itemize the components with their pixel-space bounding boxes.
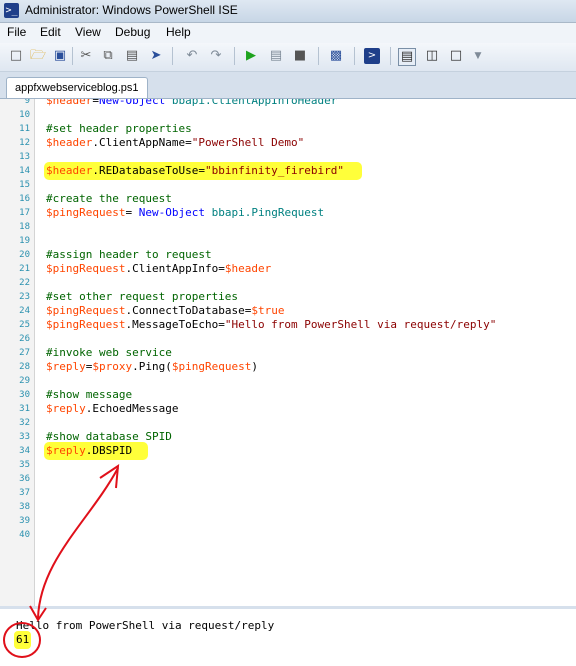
- powershell-icon: >_: [4, 3, 19, 18]
- line-number: 36: [19, 474, 30, 484]
- tab-script[interactable]: appfxwebserviceblog.ps1: [6, 77, 148, 99]
- output-line-spid: 61: [16, 633, 30, 647]
- toolbar: □ 🗁 ▣ ✂ ⧉ ▤ ➤ ↶ ↷ ▶ ▤ ■ ▩ > ▤ ◫ □ ▼: [0, 43, 576, 72]
- new-remote-tab-icon[interactable]: ▩: [328, 48, 344, 64]
- redo-icon[interactable]: ↷: [208, 48, 224, 64]
- output-pane[interactable]: Hello from PowerShell via request/reply …: [0, 609, 576, 666]
- line-number: 21: [19, 264, 30, 274]
- toolbar-separator: [72, 47, 73, 65]
- line-number: 13: [19, 152, 30, 162]
- line-number: 40: [19, 530, 30, 540]
- stop-icon[interactable]: ■: [292, 48, 308, 64]
- line-number: 15: [19, 180, 30, 190]
- code-line: #assign header to request: [46, 248, 212, 261]
- line-number: 20: [19, 250, 30, 260]
- toolbar-separator: [354, 47, 355, 65]
- save-icon[interactable]: ▣: [52, 48, 68, 64]
- line-number: 26: [19, 334, 30, 344]
- line-number: 37: [19, 488, 30, 498]
- code-line: $reply=$proxy.Ping($pingRequest): [46, 360, 258, 373]
- toolbar-overflow-icon[interactable]: ▼: [470, 48, 486, 64]
- code-line: $pingRequest.ClientAppInfo=$header: [46, 262, 272, 275]
- line-number: 28: [19, 362, 30, 372]
- line-number: 17: [19, 208, 30, 218]
- line-number: 11: [19, 124, 30, 134]
- undo-icon[interactable]: ↶: [184, 48, 200, 64]
- layout-script-max-icon[interactable]: □: [448, 48, 464, 64]
- line-number: 35: [19, 460, 30, 470]
- layout-script-right-icon[interactable]: ◫: [424, 48, 440, 64]
- toolbar-separator: [390, 47, 391, 65]
- line-number: 24: [19, 306, 30, 316]
- code-line: $pingRequest.MessageToEcho="Hello from P…: [46, 318, 497, 331]
- code-line: $pingRequest.ConnectToDatabase=$true: [46, 304, 285, 317]
- toolbar-separator: [318, 47, 319, 65]
- clear-icon[interactable]: ➤: [148, 48, 164, 64]
- run-icon[interactable]: ▶: [243, 48, 259, 64]
- line-number: 31: [19, 404, 30, 414]
- run-selection-icon[interactable]: ▤: [268, 48, 284, 64]
- code-line: #create the request: [46, 192, 172, 205]
- menu-bar: File Edit View Debug Help: [0, 23, 576, 43]
- code-line: $header=New-Object bbapi.ClientAppInfoHe…: [46, 98, 338, 107]
- cut-icon[interactable]: ✂: [78, 48, 94, 64]
- line-number: 22: [19, 278, 30, 288]
- line-number: 9: [24, 98, 30, 106]
- line-number: 14: [19, 166, 30, 176]
- line-number: 34: [19, 446, 30, 456]
- open-folder-icon[interactable]: 🗁: [30, 48, 46, 64]
- line-number-gutter: 9 10 11 12 13 14 15 16 17 18 19 20 21 22 23 24 25 26 27 28 2…: [0, 99, 35, 609]
- menu-edit[interactable]: Edit: [40, 25, 61, 39]
- toolbar-separator: [172, 47, 173, 65]
- line-number: 39: [19, 516, 30, 526]
- copy-icon[interactable]: ⧉: [100, 48, 116, 64]
- code-line: $reply.DBSPID: [46, 444, 147, 458]
- code-line: $header.REDatabaseToUse="bbinfinity_fire…: [46, 164, 361, 178]
- line-number: 19: [19, 236, 30, 246]
- menu-help[interactable]: Help: [166, 25, 191, 39]
- powershell-launch-icon[interactable]: >: [364, 48, 380, 64]
- code-line: #show database SPID: [46, 430, 172, 443]
- line-number: 23: [19, 292, 30, 302]
- code-line: #show message: [46, 388, 133, 401]
- menu-view[interactable]: View: [75, 25, 101, 39]
- line-number: 33: [19, 432, 30, 442]
- code-line: #invoke web service: [46, 346, 172, 359]
- line-number: 10: [19, 110, 30, 120]
- line-number: 25: [19, 320, 30, 330]
- toolbar-separator: [234, 47, 235, 65]
- line-number: 38: [19, 502, 30, 512]
- script-tab-strip: appfxwebserviceblog.ps1: [0, 72, 576, 99]
- line-number: 29: [19, 376, 30, 386]
- code-line: #set other request properties: [46, 290, 239, 303]
- output-line-message: Hello from PowerShell via request/reply: [16, 619, 275, 632]
- window-title: Administrator: Windows PowerShell ISE: [25, 3, 238, 17]
- line-number: 12: [19, 138, 30, 148]
- line-number: 27: [19, 348, 30, 358]
- paste-icon[interactable]: ▤: [124, 48, 140, 64]
- line-number: 32: [19, 418, 30, 428]
- layout-script-top-icon[interactable]: ▤: [398, 48, 416, 66]
- new-file-icon[interactable]: □: [8, 48, 24, 64]
- line-number: 16: [19, 194, 30, 204]
- menu-debug[interactable]: Debug: [115, 25, 150, 39]
- code-line: #set header properties: [46, 122, 192, 135]
- line-number: 30: [19, 390, 30, 400]
- menu-file[interactable]: File: [7, 25, 26, 39]
- script-editor[interactable]: 9 10 11 12 13 14 15 16 17 18 19 20 21 22 23 24 25 26 27 28 2…: [0, 98, 576, 609]
- code-line: $pingRequest= New-Object bbapi.PingReque…: [46, 206, 325, 219]
- code-line: $header.ClientAppName="PowerShell Demo": [46, 136, 305, 149]
- line-number: 18: [19, 222, 30, 232]
- code-line: $reply.EchoedMessage: [46, 402, 179, 415]
- title-bar: >_ Administrator: Windows PowerShell ISE: [0, 0, 576, 23]
